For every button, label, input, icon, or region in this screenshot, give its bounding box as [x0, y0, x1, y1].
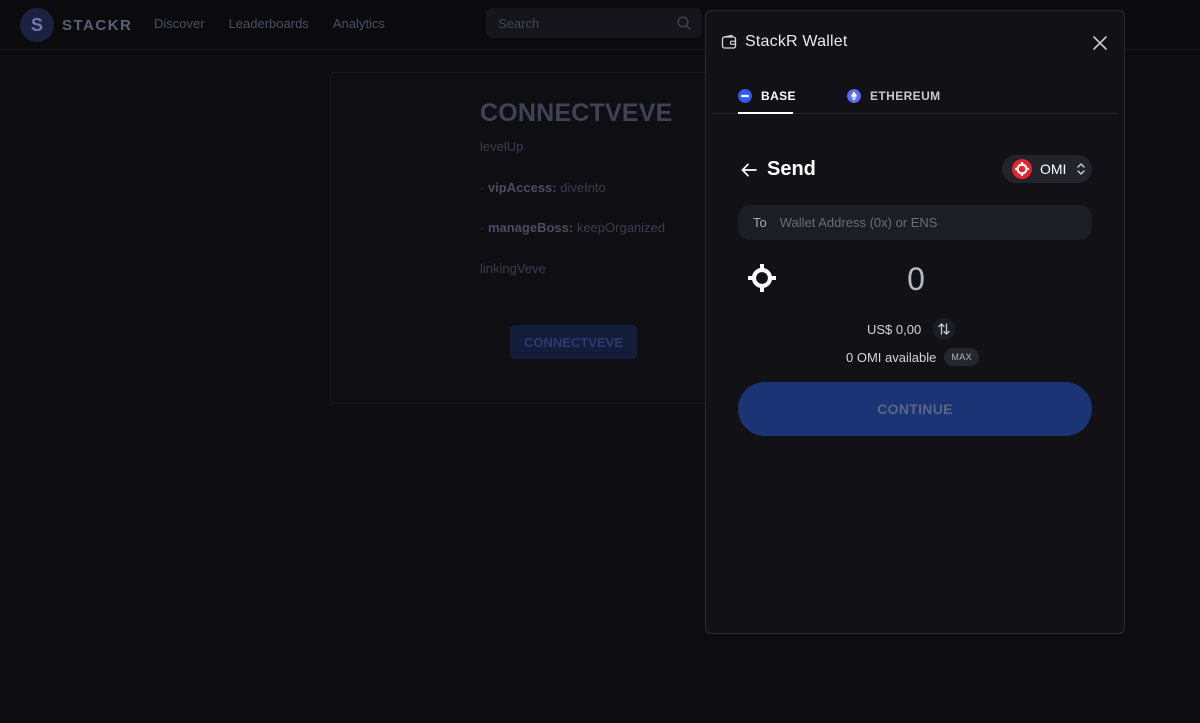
to-label: To	[753, 215, 767, 230]
close-button[interactable]	[1090, 33, 1110, 53]
card-link-text: linkingVeve	[480, 261, 546, 276]
wallet-modal: StackR Wallet BASE ETHEREUM Send OMI To …	[705, 10, 1125, 634]
chevron-up-down-icon	[1077, 163, 1086, 175]
send-title: Send	[767, 158, 816, 180]
fiat-value: US$ 0,00	[867, 321, 922, 337]
nav-links: Discover Leaderboards Analytics	[154, 16, 385, 31]
brand-name: STACKR	[62, 16, 133, 34]
search-icon[interactable]	[676, 15, 692, 31]
swap-vertical-icon	[938, 323, 950, 335]
search-box	[486, 8, 702, 38]
available-balance: 0 OMI available	[846, 349, 937, 365]
close-icon	[1093, 36, 1107, 50]
connect-card: CONNECTVEVE levelUp · vipAccess: diveInt…	[330, 72, 710, 404]
wallet-icon	[721, 34, 737, 49]
nav-link-leaderboards[interactable]: Leaderboards	[229, 16, 309, 31]
continue-button[interactable]: CONTINUE	[738, 382, 1092, 436]
card-detail-row: · manageBoss: keepOrganized	[480, 220, 665, 235]
card-detail-row: · vipAccess: diveInto	[480, 180, 606, 195]
chain-tabs: BASE ETHEREUM	[712, 81, 1118, 114]
active-tab-indicator	[738, 112, 793, 114]
amount-input[interactable]: 0	[886, 261, 946, 298]
card-row-value: keepOrganized	[576, 220, 665, 235]
token-symbol: OMI	[1040, 161, 1067, 177]
tab-ethereum-label: ETHEREUM	[870, 89, 941, 103]
available-balance-row: 0 OMI available MAX	[846, 348, 980, 366]
token-selector[interactable]: OMI	[1002, 155, 1092, 183]
recipient-field: To	[738, 205, 1092, 240]
wallet-header: StackR Wallet	[721, 33, 847, 51]
nav-link-analytics[interactable]: Analytics	[333, 16, 385, 31]
send-header: Send	[740, 158, 816, 181]
base-chain-icon	[738, 89, 752, 103]
connectveve-button[interactable]: CONNECTVEVE	[510, 325, 637, 359]
recipient-address-input[interactable]	[779, 205, 1092, 240]
back-arrow-icon[interactable]	[740, 161, 758, 179]
search-input[interactable]	[486, 8, 702, 38]
tab-ethereum[interactable]: ETHEREUM	[847, 89, 941, 103]
card-subtitle: levelUp	[480, 139, 524, 154]
fiat-row: US$ 0,00	[867, 318, 956, 340]
card-row-value: diveInto	[560, 180, 606, 195]
ethereum-chain-icon	[847, 89, 861, 103]
omi-logo-icon	[748, 264, 776, 292]
card-row-key: manageBoss:	[487, 220, 574, 235]
tab-base[interactable]: BASE	[738, 89, 796, 103]
nav-link-discover[interactable]: Discover	[154, 16, 205, 31]
card-title: CONNECTVEVE	[480, 99, 673, 127]
card-row-key: vipAccess:	[487, 180, 557, 195]
swap-currency-button[interactable]	[933, 318, 956, 340]
tab-base-label: BASE	[761, 89, 796, 103]
max-button[interactable]: MAX	[944, 348, 980, 366]
omi-token-icon	[1012, 159, 1032, 179]
wallet-title: StackR Wallet	[745, 33, 848, 50]
logo-mark-icon: S	[20, 8, 54, 42]
brand-logo[interactable]: S STACKR	[20, 8, 132, 42]
